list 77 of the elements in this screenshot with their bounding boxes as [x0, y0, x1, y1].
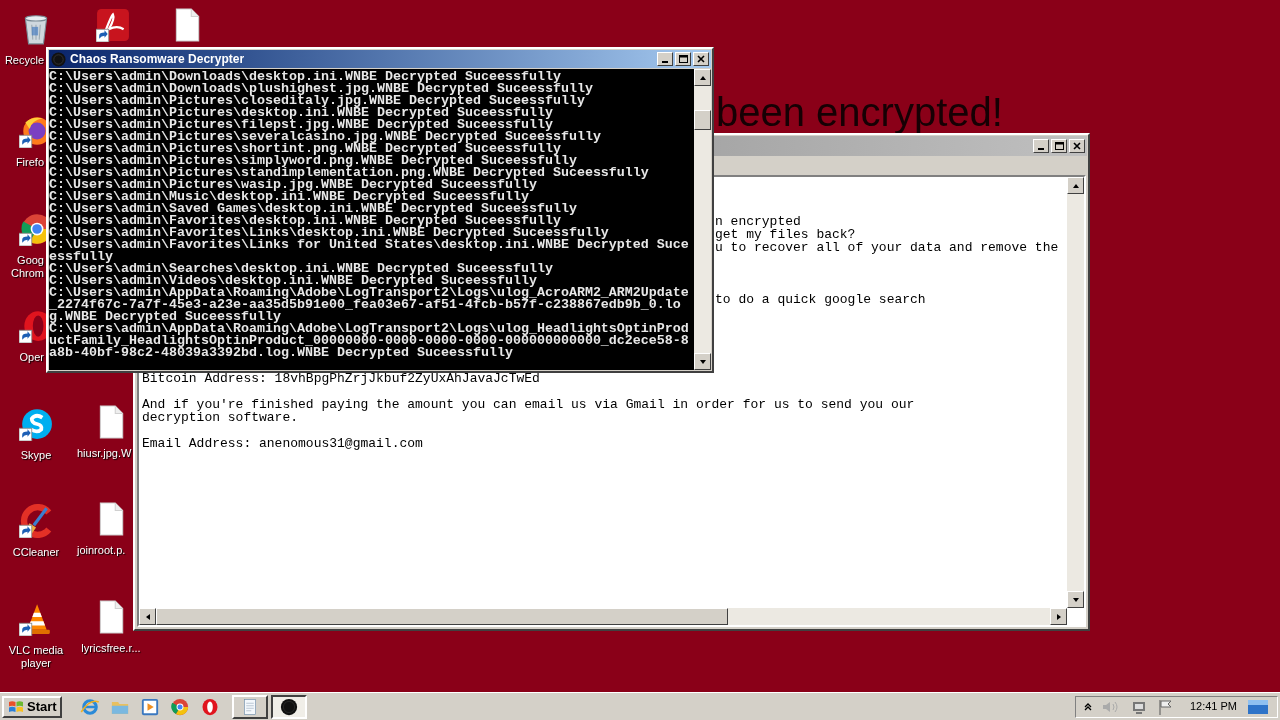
play-icon[interactable] [139, 696, 160, 717]
icon-label[interactable]: Recycle [2, 54, 44, 67]
app-icon [278, 696, 299, 717]
triangle-right-icon [1054, 612, 1063, 621]
traffic-cone-icon[interactable] [19, 602, 53, 636]
horizontal-scrollbar[interactable] [139, 608, 1067, 625]
triangle-down-icon [1071, 595, 1080, 604]
scroll-down-button[interactable] [1067, 591, 1084, 608]
maximize-button[interactable] [1051, 139, 1067, 153]
vertical-scrollbar[interactable] [694, 69, 711, 370]
show-desktop-icon[interactable] [1247, 698, 1269, 715]
console-line: C:\Users\admin\Pictures\standimplementation.png.WNBE Decrypted Suceessfully [49, 167, 650, 179]
console-line: C:\Users\admin\Pictures\filepst.jpg.WNBE Decrypted Suceessfully [49, 119, 553, 131]
text-line: to do a quick google search [715, 293, 926, 306]
start-button[interactable]: Start [2, 695, 62, 718]
minimize-button[interactable] [657, 52, 673, 66]
icon-label[interactable]: Skype [0, 449, 74, 462]
scroll-down-button[interactable] [694, 353, 711, 370]
flag-icon[interactable] [1157, 698, 1174, 715]
console-line: C:\Users\admin\Pictures\simplyword.png.WNBE Decrypted Suceessfully [49, 155, 577, 167]
taskbar-button[interactable] [270, 694, 307, 719]
brush-icon[interactable] [19, 504, 53, 538]
icon-label[interactable]: VLC media player [0, 644, 74, 670]
windows-logo-icon [7, 698, 25, 715]
document-icon[interactable] [96, 8, 130, 42]
triangle-down-icon [698, 357, 707, 366]
scrollbar-thumb[interactable] [156, 608, 728, 625]
console-line: C:\Users\admin\Favorites\Links for United States\desktop.ini.WNBE Decrypted Suceessfully [49, 239, 690, 263]
vertical-scrollbar[interactable] [1067, 177, 1084, 608]
console-line: C:\Users\admin\Pictures\desktop.ini.WNBE Decrypted Suceessfully [49, 107, 553, 119]
console-line: C:\Users\admin\Music\desktop.ini.WNBE Decrypted Suceessfully [49, 191, 529, 203]
icon-label[interactable]: Oper [2, 351, 44, 364]
close-icon [1072, 141, 1082, 151]
text-line: n encrypted [715, 215, 801, 228]
console-line: C:\Users\admin\Favorites\desktop.ini.WNBE Decrypted Suceessfully [49, 215, 561, 227]
icon-label[interactable]: Goog Chrom [2, 254, 44, 280]
icon-label[interactable]: CCleaner [0, 546, 74, 559]
paragraph: And if you're finished paying the amount you can email us via Gmail in order for us to send you our decryption software. [142, 398, 916, 424]
console-line: C:\Users\admin\Saved Games\desktop.ini.WNBE Decrypted Suceessfully [49, 203, 578, 215]
maximize-icon [1054, 141, 1064, 151]
console-line: C:\Users\admin\AppData\Roaming\Adobe\LogTransport2\Logs\ulog_HeadlightsOptinProductFamily_HeadlightsOptinProduct_00000000-0000-0000-0000-000000000000_dc2ece58-8a8b-40bf-98c2-48039a3392bd.log.WNBE Decrypted Suceessfully [49, 323, 690, 359]
wallpaper-text: been encrypted! [716, 92, 1003, 132]
app-icon [51, 51, 66, 67]
text-line: Email Address: anenomous31@gmail.com [142, 437, 423, 450]
window-title: Chaos Ransomware Decrypter [70, 51, 246, 68]
console-line: C:\Users\admin\Pictures\shortint.png.WNBE Decrypted Suceessfully [49, 143, 561, 155]
maximize-button[interactable] [675, 52, 691, 66]
console-line: C:\Users\admin\Downloads\plushighest.jpg.WNBE Decrypted Suceessfully [49, 83, 594, 95]
console-line: C:\Users\admin\AppData\Roaming\Adobe\LogTransport2\Logs\ulog_AcroARM2_ARM2Update_2274f67c-7a7f-45e3-a23e-aa35d5b91e00_fea03e67-af51-4fcb-b57f-c238867edb9b_0.log.WNBE Decrypted Suceessfully [49, 287, 690, 323]
scrollbar-thumb[interactable] [694, 110, 711, 130]
icon-label[interactable]: hiusr.jpg.W [77, 447, 132, 460]
text-line: u to recover all of your data and remove the [715, 241, 1059, 254]
close-button[interactable] [693, 52, 709, 66]
clock[interactable]: 12:41 PM [1189, 698, 1237, 715]
icon-label[interactable]: lyricsfree.r... [73, 642, 149, 655]
console-line: C:\Users\admin\Searches\desktop.ini.WNBE Decrypted Suceessfully [49, 263, 554, 275]
scroll-up-button[interactable] [1067, 177, 1084, 194]
minimize-icon [1038, 148, 1044, 150]
chevron-up-icon[interactable] [1083, 702, 1092, 711]
console-line: C:\Users\admin\Favorites\Links\desktop.ini.WNBE Decrypted Suceessfully [49, 227, 609, 239]
close-icon [696, 54, 706, 64]
scroll-left-button[interactable] [139, 608, 156, 625]
close-button[interactable] [1069, 139, 1085, 153]
console-line: C:\Users\admin\Pictures\closeditaly.jpg.WNBE Decrypted Suceessfully [49, 95, 585, 107]
text-line: Bitcoin Address: 18vhBpgPhZrjJkbuf2ZyUxAhJavaJcTwEd [142, 372, 540, 385]
console-line: C:\Users\admin\Downloads\desktop.ini.WNBE Decrypted Suceessfully [49, 71, 561, 83]
console-line: C:\Users\admin\Videos\desktop.ini.WNBE Decrypted Suceessfully [49, 275, 537, 287]
console-line: C:\Users\admin\Pictures\severalcasino.jpg.WNBE Decrypted Suceessfully [49, 131, 602, 143]
icon-label[interactable]: Firefo [2, 156, 44, 169]
text-line: get my files back? [715, 228, 856, 241]
console-line: C:\Users\admin\Pictures\wasip.jpg.WNBE Decrypted Suceessfully [49, 179, 537, 191]
scroll-up-button[interactable] [694, 69, 711, 86]
minimize-icon [662, 61, 668, 63]
icon-label[interactable]: joinroot.p. [77, 544, 126, 557]
minimize-button[interactable] [1033, 139, 1049, 153]
maximize-icon [678, 54, 688, 64]
scroll-right-button[interactable] [1050, 608, 1067, 625]
